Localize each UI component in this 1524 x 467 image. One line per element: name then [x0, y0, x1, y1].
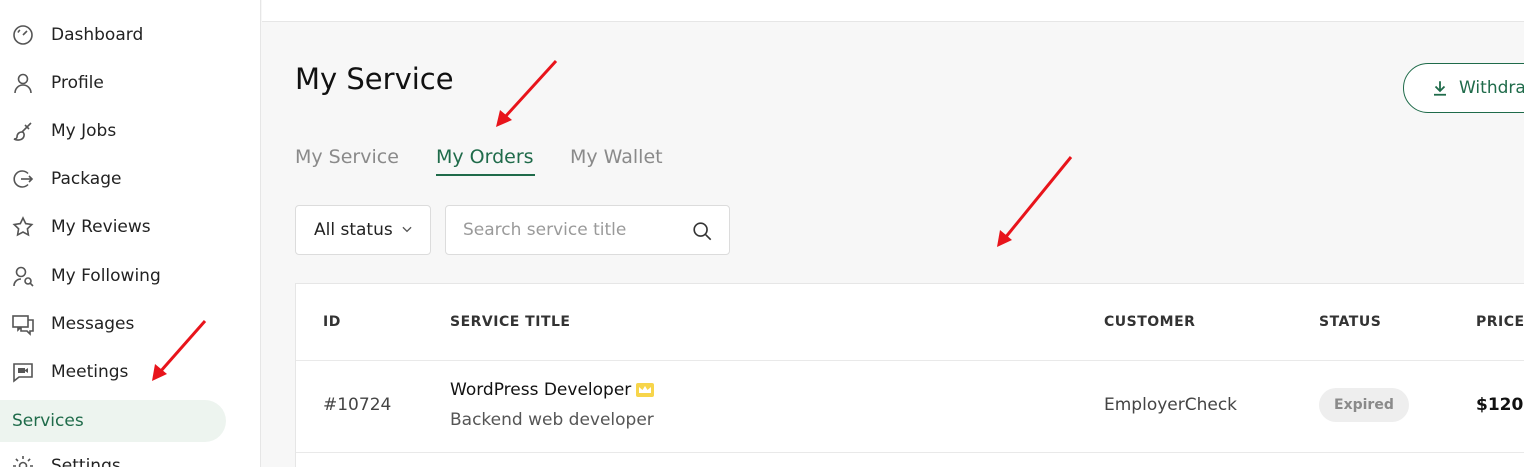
sidebar-item-dashboard[interactable]: Dashboard: [0, 14, 226, 56]
download-icon: [1434, 81, 1446, 96]
table-header: ID SERVICE TITLE CUSTOMER STATUS PRICE: [296, 284, 1524, 361]
column-header-status: STATUS: [1319, 314, 1382, 330]
column-header-service-title: SERVICE TITLE: [450, 314, 571, 330]
brush-icon: [11, 119, 35, 143]
chevron-down-icon: [402, 226, 412, 233]
annotation-arrow-table: [997, 156, 1073, 247]
service-title-text: WordPress Developer: [450, 380, 632, 400]
top-bar: [262, 0, 1524, 22]
chat-icon: [11, 312, 35, 336]
status-badge: Expired: [1319, 388, 1409, 422]
sidebar-item-label: Package: [51, 169, 122, 189]
sidebar-item-my-reviews[interactable]: My Reviews: [0, 206, 226, 248]
orders-table: ID SERVICE TITLE CUSTOMER STATUS PRICE #…: [295, 283, 1524, 467]
sidebar: Dashboard Profile My Jobs Package My Rev…: [0, 0, 261, 467]
sidebar-item-services[interactable]: Services: [0, 400, 226, 442]
sidebar-item-my-jobs[interactable]: My Jobs: [0, 110, 226, 152]
speedometer-icon: [11, 23, 35, 47]
withdraw-button-label: Withdraw: [1459, 78, 1524, 98]
customer-name: EmployerCheck: [1104, 395, 1238, 415]
sidebar-item-label: My Jobs: [51, 121, 117, 141]
table-row[interactable]: #10724 WordPress Developer Backend web d…: [296, 361, 1524, 453]
crown-icon: [636, 383, 655, 397]
active-tab-indicator: [436, 174, 535, 176]
sidebar-item-label: Settings: [51, 456, 121, 467]
video-message-icon: [11, 360, 35, 384]
sidebar-item-label: My Reviews: [51, 217, 151, 237]
gear-icon: [11, 454, 35, 467]
column-header-price: PRICE: [1476, 314, 1524, 330]
sidebar-item-meetings[interactable]: Meetings: [0, 351, 226, 393]
sidebar-item-label: Dashboard: [51, 25, 144, 45]
page-title: My Service: [295, 62, 454, 96]
search-box: [445, 205, 730, 255]
sidebar-item-package[interactable]: Package: [0, 158, 226, 200]
sidebar-item-label: Meetings: [51, 362, 129, 382]
service-subtitle: Backend web developer: [450, 410, 654, 430]
status-filter-value: All status: [314, 220, 393, 240]
sidebar-item-label: Services: [12, 411, 84, 431]
order-price: $120: [1476, 395, 1524, 415]
sidebar-item-label: My Following: [51, 266, 161, 286]
sidebar-item-label: Profile: [51, 73, 104, 93]
status-filter-select[interactable]: All status: [295, 205, 431, 255]
sidebar-item-label: Messages: [51, 314, 135, 334]
tab-my-wallet[interactable]: My Wallet: [570, 146, 663, 168]
sidebar-item-messages[interactable]: Messages: [0, 303, 226, 345]
service-title[interactable]: WordPress Developer: [450, 380, 656, 400]
user-icon: [11, 71, 35, 95]
column-header-id: ID: [323, 314, 341, 330]
logout-circle-icon: [11, 167, 35, 191]
annotation-arrow-tab: [496, 59, 558, 127]
tab-my-orders[interactable]: My Orders: [436, 146, 534, 168]
sidebar-item-profile[interactable]: Profile: [0, 62, 226, 104]
sidebar-item-my-following[interactable]: My Following: [0, 255, 226, 297]
order-id: #10724: [323, 395, 392, 415]
search-icon[interactable]: [691, 220, 713, 242]
search-input[interactable]: [446, 206, 686, 254]
sidebar-item-settings[interactable]: Settings: [0, 445, 226, 467]
tab-my-service[interactable]: My Service: [295, 146, 399, 168]
user-search-icon: [11, 264, 35, 288]
column-header-customer: CUSTOMER: [1104, 314, 1196, 330]
withdraw-button[interactable]: Withdraw: [1403, 63, 1524, 113]
star-icon: [11, 215, 35, 239]
